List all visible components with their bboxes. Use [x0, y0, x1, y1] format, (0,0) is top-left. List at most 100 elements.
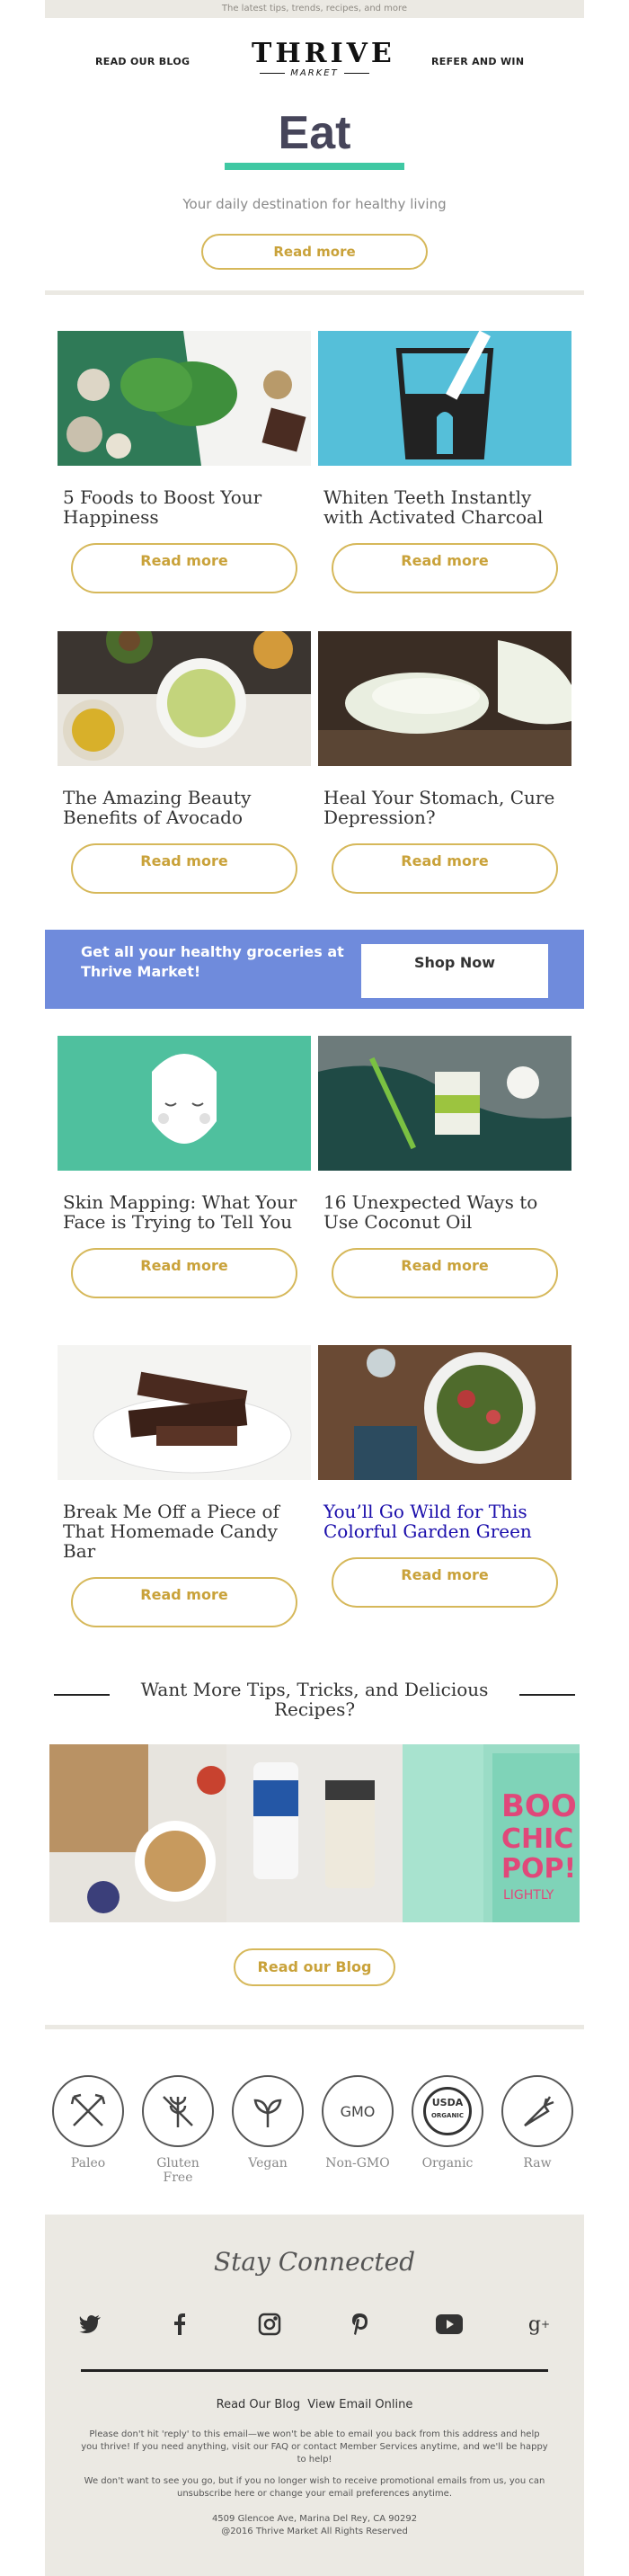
article-card: Skin Mapping: What Your Face is Trying t…	[58, 1036, 311, 1298]
collage-image-granola[interactable]	[49, 1744, 226, 1922]
collage-text-chic: CHIC	[501, 1823, 573, 1855]
article-title[interactable]: 16 Unexpected Ways to Use Coconut Oil	[323, 1192, 566, 1232]
read-more-button[interactable]: Read more	[332, 1557, 558, 1608]
read-more-button[interactable]: Read more	[71, 843, 297, 894]
usda-text: USDA	[431, 2097, 464, 2108]
promo-banner: Get all your healthy groceries at Thrive…	[45, 930, 584, 1009]
mailing-address: 4509 Glencoe Ave, Marina Del Rey, CA 902…	[211, 2514, 418, 2524]
article-title[interactable]: Heal Your Stomach, Cure Depression?	[323, 788, 566, 827]
promo-text: Get all your healthy groceries at Thrive…	[81, 943, 344, 980]
read-more-button[interactable]: Read more	[332, 843, 558, 894]
preheader-bar: The latest tips, trends, recipes, and mo…	[45, 0, 584, 18]
read-our-blog-button[interactable]: Read our Blog	[234, 1948, 395, 1986]
badge-raw[interactable]: Raw	[500, 2075, 575, 2170]
heading-rule-right	[519, 1694, 575, 1696]
article-title[interactable]: Skin Mapping: What Your Face is Trying t…	[63, 1192, 306, 1232]
article-image-coconut-oil[interactable]	[318, 1036, 571, 1171]
article-image-skin-mapping[interactable]	[58, 1036, 311, 1171]
badge-label: Raw	[523, 2156, 552, 2170]
refer-and-win-link[interactable]: REFER AND WIN	[431, 56, 524, 67]
article-image-cabbage[interactable]	[318, 631, 571, 766]
social-links: g +	[45, 2306, 584, 2342]
article-card: 16 Unexpected Ways to Use Coconut Oil Re…	[318, 1036, 571, 1298]
read-more-button[interactable]: Read more	[332, 1248, 558, 1298]
footer-links: Read Our Blog View Email Online	[45, 2398, 584, 2411]
facebook-icon[interactable]	[162, 2306, 198, 2342]
gluten-free-icon	[142, 2075, 214, 2147]
article-image-garden-green[interactable]	[318, 1345, 571, 1480]
copyright: @2016 Thrive Market All Rights Reserved	[221, 2527, 408, 2536]
article-title[interactable]: 5 Foods to Boost Your Happiness	[63, 487, 306, 527]
top-nav: READ OUR BLOG THRIVE MARKET REFER AND WI…	[45, 36, 584, 90]
collage-image-deodorant[interactable]	[226, 1744, 403, 1922]
badge-paleo[interactable]: Paleo	[50, 2075, 126, 2170]
badge-label: Organic	[421, 2156, 474, 2170]
heading-rule-left	[54, 1694, 110, 1696]
article-card: Break Me Off a Piece of That Homemade Ca…	[58, 1345, 311, 1627]
collage-image-popcorn[interactable]: BOO CHIC POP! LIGHTLY	[403, 1744, 580, 1922]
shop-now-button[interactable]: Shop Now	[361, 944, 548, 998]
pinterest-icon[interactable]	[341, 2306, 377, 2342]
logo-subtitle: MARKET	[252, 68, 377, 78]
diet-badges: Paleo Gluten Free Vegan GMO Non-GMO USDA…	[50, 2075, 579, 2185]
organic-text: ORGANIC	[430, 2112, 465, 2119]
article-title-link[interactable]: You’ll Go Wild for This Colorful Garden …	[323, 1502, 566, 1541]
collage-text-pop: POP!	[501, 1853, 576, 1885]
non-gmo-icon: GMO	[322, 2075, 394, 2147]
youtube-icon[interactable]	[431, 2306, 467, 2342]
twitter-icon[interactable]	[72, 2306, 108, 2342]
article-card: Heal Your Stomach, Cure Depression? Read…	[318, 631, 571, 894]
article-image-candy-bar[interactable]	[58, 1345, 311, 1480]
read-more-button[interactable]: Read more	[332, 543, 558, 593]
vegan-icon	[232, 2075, 304, 2147]
hero-underline	[225, 163, 404, 170]
hero-read-more-button[interactable]: Read more	[201, 234, 428, 270]
carrot-icon	[501, 2075, 573, 2147]
product-collage: BOO CHIC POP! LIGHTLY	[49, 1744, 580, 1922]
article-card: 5 Foods to Boost Your Happiness Read mor…	[58, 331, 311, 593]
preheader-text: The latest tips, trends, recipes, and mo…	[221, 4, 408, 13]
article-title[interactable]: Break Me Off a Piece of That Homemade Ca…	[63, 1502, 306, 1561]
article-image-greens[interactable]	[58, 331, 311, 466]
badge-non-gmo[interactable]: GMO Non-GMO	[320, 2075, 395, 2170]
google-plus-icon[interactable]: g +	[521, 2306, 557, 2342]
badge-label: Vegan	[248, 2156, 288, 2170]
paleo-icon	[52, 2075, 124, 2147]
badge-organic[interactable]: USDA ORGANIC Organic	[410, 2075, 485, 2170]
article-image-avocado[interactable]	[58, 631, 311, 766]
read-more-button[interactable]: Read more	[71, 1248, 297, 1298]
reply-notice: Please don't hit 'reply' to this email—w…	[81, 2429, 548, 2465]
article-image-charcoal[interactable]	[318, 331, 571, 466]
thrive-logo[interactable]: THRIVE MARKET	[252, 38, 395, 83]
unsubscribe-notice: We don't want to see you go, but if you …	[84, 2476, 545, 2499]
badge-vegan[interactable]: Vegan	[230, 2075, 306, 2170]
badge-label: Gluten Free	[156, 2156, 199, 2185]
badge-label: Non-GMO	[325, 2156, 390, 2170]
collage-text-lightly: LIGHTLY	[503, 1888, 554, 1903]
collage-text-boo: BOO	[501, 1788, 577, 1824]
logo-wordmark: THRIVE	[252, 38, 395, 69]
read-more-button[interactable]: Read more	[71, 543, 297, 593]
hero-title: Eat	[278, 107, 351, 159]
article-card: You’ll Go Wild for This Colorful Garden …	[318, 1345, 571, 1608]
stay-connected-title: Stay Connected	[213, 2247, 416, 2277]
read-more-button[interactable]: Read more	[71, 1577, 297, 1627]
footer-divider	[81, 2369, 548, 2372]
usda-organic-icon: USDA ORGANIC	[412, 2075, 483, 2147]
instagram-icon[interactable]	[252, 2306, 288, 2342]
view-email-online-link[interactable]: View Email Online	[307, 2398, 412, 2411]
badge-label: Paleo	[70, 2156, 106, 2170]
footer-blog-link[interactable]: Read Our Blog	[217, 2398, 300, 2411]
footer: Stay Connected g + Read Our Blog View Ema…	[45, 2215, 584, 2576]
read-blog-link[interactable]: READ OUR BLOG	[95, 56, 190, 67]
badge-gluten-free[interactable]: Gluten Free	[140, 2075, 216, 2185]
section-divider	[45, 2025, 584, 2029]
article-card: Whiten Teeth Instantly with Activated Ch…	[318, 331, 571, 593]
section-divider	[45, 290, 584, 295]
article-title[interactable]: Whiten Teeth Instantly with Activated Ch…	[323, 487, 566, 527]
hero-subtitle: Your daily destination for healthy livin…	[182, 196, 447, 212]
article-title[interactable]: The Amazing Beauty Benefits of Avocado	[63, 788, 306, 827]
article-card: The Amazing Beauty Benefits of Avocado R…	[58, 631, 311, 894]
more-tips-title: Want More Tips, Tricks, and Delicious Re…	[140, 1679, 489, 1720]
gmo-text: GMO	[340, 2102, 376, 2120]
